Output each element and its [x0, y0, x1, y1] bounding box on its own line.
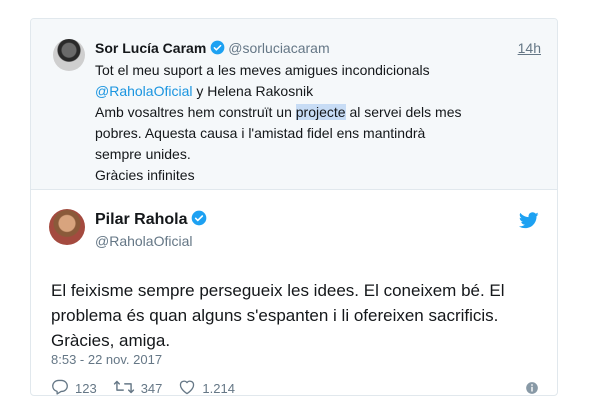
tweet-card: Sor Lucía Caram @sorluciacaram 14h Tot el… — [30, 18, 558, 396]
verified-badge-icon — [210, 40, 225, 60]
avatar[interactable] — [49, 209, 85, 245]
author-handle[interactable]: @sorluciacaram — [228, 40, 329, 56]
retweet-count: 347 — [140, 380, 163, 396]
verified-badge-icon — [191, 210, 207, 233]
reply-button[interactable]: 123 — [51, 379, 97, 396]
main-tweet: Pilar Rahola @RaholaOficial El feixisme … — [31, 189, 557, 395]
text-line: @RaholaOficial y Helena Rakosnik — [95, 81, 475, 102]
text-fragment: Amb vosaltres hem construït un — [95, 104, 296, 120]
author-name[interactable]: Pilar Rahola — [95, 211, 187, 228]
tweet-time[interactable]: 14h — [518, 38, 541, 58]
retweet-button[interactable]: 347 — [113, 379, 163, 396]
avatar[interactable] — [53, 39, 85, 71]
like-icon — [178, 379, 202, 396]
text-line: Tot el meu suport a les meves amigues in… — [95, 62, 430, 78]
text-line: Amb vosaltres hem construït un projecte … — [95, 102, 475, 165]
reply-count: 123 — [75, 380, 97, 396]
mention-link[interactable]: @RaholaOficial — [95, 83, 192, 99]
quoted-tweet-header: Sor Lucía Caram @sorluciacaram — [95, 38, 541, 58]
tweet-text: El feixisme sempre persegueix les idees.… — [51, 281, 505, 350]
retweet-icon — [113, 379, 141, 396]
author-name[interactable]: Sor Lucía Caram — [95, 40, 206, 56]
tweet-actions: 123 347 1.214 — [51, 377, 251, 396]
reply-icon — [51, 379, 75, 396]
twitter-bird-icon[interactable] — [518, 212, 539, 234]
quoted-tweet-text: Tot el meu suport a les meves amigues in… — [95, 60, 475, 186]
author-handle[interactable]: @RaholaOficial — [95, 232, 192, 250]
text-line: Gràcies infinites — [95, 167, 195, 183]
like-button[interactable]: 1.214 — [178, 379, 235, 396]
tweet-timestamp[interactable]: 8:53 - 22 nov. 2017 — [51, 352, 162, 368]
text-fragment: y Helena Rakosnik — [192, 83, 314, 99]
author-name-row: Pilar Rahola — [95, 209, 210, 233]
quoted-tweet[interactable]: Sor Lucía Caram @sorluciacaram 14h Tot el… — [31, 19, 557, 190]
highlighted-word: projecte — [295, 104, 346, 120]
info-icon[interactable] — [525, 381, 539, 395]
like-count: 1.214 — [202, 380, 235, 396]
